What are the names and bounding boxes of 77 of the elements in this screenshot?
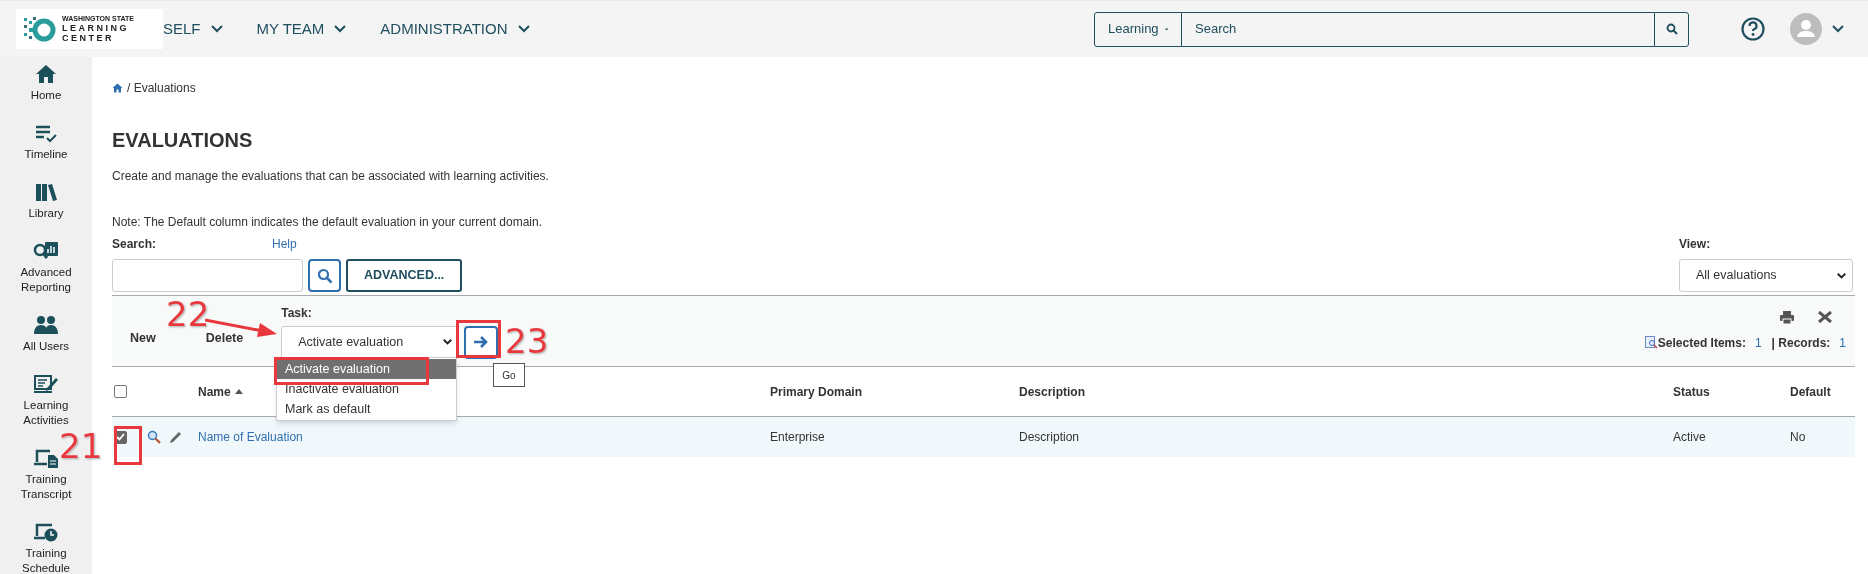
help-icon[interactable] (1741, 17, 1765, 41)
column-header: Default (1790, 384, 1831, 399)
search-button[interactable] (1654, 11, 1689, 47)
column-header[interactable]: Name (198, 382, 231, 401)
tooltip: Go (493, 363, 525, 387)
users-icon (34, 315, 58, 335)
breadcrumb: / Evaluations (127, 79, 196, 97)
help-link[interactable]: Help (272, 235, 297, 253)
sidebar-link[interactable]: Training Transcript (4, 472, 88, 502)
search-button[interactable] (308, 259, 341, 292)
new-button[interactable]: New (130, 328, 156, 348)
logo-mark-icon (22, 15, 58, 43)
table-cell: Description (1019, 430, 1080, 444)
pencil-icon[interactable] (169, 430, 183, 444)
books-icon (35, 182, 57, 202)
account-menu-icon[interactable] (1832, 25, 1844, 33)
page-note: Note: The Default column indicates the default evaluation in your current domain. (112, 214, 544, 231)
highlight-frame (114, 426, 142, 465)
magnifier-chart-icon (33, 241, 59, 261)
home-icon (35, 64, 57, 84)
laptop-clock-icon (34, 522, 58, 542)
sidebar-link[interactable]: Advanced Reporting (4, 265, 88, 295)
sidebar-link[interactable]: All Users (4, 339, 88, 354)
column-header: Description (1019, 384, 1085, 399)
caret-down-icon (1164, 26, 1168, 32)
sidebar-link[interactable]: Library (4, 206, 88, 221)
view-dropdown[interactable]: All evaluations (1679, 259, 1853, 292)
highlight-frame (456, 320, 501, 358)
sidebar-link[interactable]: Training Schedule (4, 546, 88, 574)
sidebar-link[interactable]: Home (4, 88, 88, 103)
arrow-right-icon (473, 335, 490, 349)
selected-items-count: 1 (1754, 334, 1762, 352)
chevron-down-icon (210, 25, 223, 33)
nav-menu[interactable]: ADMINISTRATION (380, 17, 530, 41)
scope-dropdown[interactable]: Learning (1094, 11, 1182, 47)
page-description: Create and manage the evaluations that can be associated with learning activities. (112, 168, 550, 185)
search-label: Search: (112, 236, 158, 253)
search-icon (316, 267, 333, 284)
step-number: 21 (59, 428, 103, 464)
search-field[interactable]: Search (1182, 11, 1654, 47)
checkbox[interactable] (114, 385, 127, 398)
list-check-icon (35, 123, 57, 143)
logo-text: CENTER (62, 34, 115, 43)
dropdown-option[interactable]: Activate evaluation (277, 359, 456, 379)
laptop-document-icon (34, 448, 58, 468)
dropdown-option[interactable]: Mark as default (277, 399, 456, 419)
table-cell: Enterprise (770, 430, 825, 444)
chevron-down-icon (443, 339, 453, 345)
column-header: Primary Domain (770, 384, 863, 399)
edit-document-icon (34, 374, 58, 394)
magnifier-icon[interactable] (147, 430, 161, 444)
search-icon (1665, 23, 1678, 35)
sort-ascending-icon[interactable] (234, 389, 243, 394)
view-label: View: (1679, 236, 1712, 253)
report-search-icon[interactable] (1644, 336, 1658, 349)
table-cell: Active (1673, 430, 1706, 444)
dropdown-option[interactable]: Inactivate evaluation (277, 379, 456, 399)
chevron-down-icon (1837, 272, 1846, 279)
step-number: 23 (505, 323, 549, 359)
home-icon[interactable] (112, 82, 123, 93)
advanced-button[interactable]: ADVANCED... (346, 259, 463, 292)
selected-items-label: Selected Items: (1657, 334, 1746, 352)
print-icon[interactable] (1780, 310, 1794, 324)
nav-menu[interactable]: SELF (163, 17, 223, 41)
sidebar-link[interactable]: Learning Activities (4, 398, 88, 428)
chevron-down-icon (517, 25, 530, 33)
evaluation-link[interactable]: Name of Evaluation (198, 428, 303, 446)
page-title: EVALUATIONS (112, 128, 254, 152)
sidebar-link[interactable]: Timeline (4, 147, 88, 162)
column-header: Status (1673, 384, 1710, 399)
chevron-down-icon (334, 25, 347, 33)
nav-menu[interactable]: MY TEAM (256, 17, 347, 41)
records-label: | Records: (1771, 334, 1831, 352)
records-count: 1 (1839, 334, 1846, 352)
logo-text: LEARNING (62, 24, 130, 33)
task-label: Task: (281, 304, 313, 322)
table-cell: No (1790, 430, 1806, 444)
